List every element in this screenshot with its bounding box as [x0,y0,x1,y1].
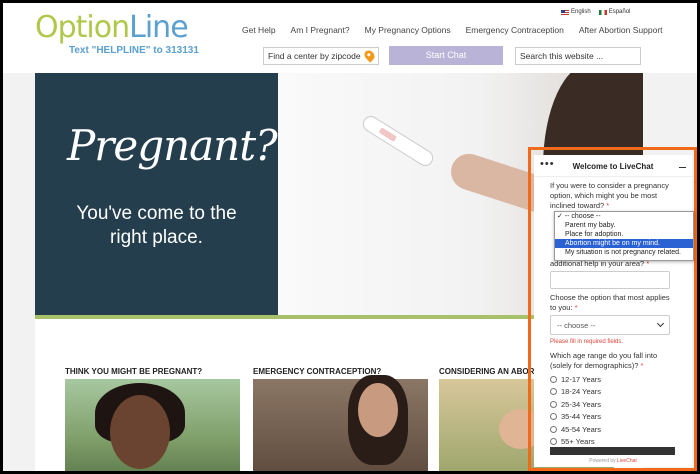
pregnancy-test-image [359,113,437,169]
option-not-pregnancy-related[interactable]: My situation is not pregnancy related. [555,248,693,257]
lang-english[interactable]: English [561,9,591,15]
zipcode-input[interactable]: Find a center by zipcode [263,47,379,65]
chevron-down-icon [656,319,665,328]
age-option-12-17[interactable]: 12-17 Years [550,373,675,386]
radio-button[interactable] [550,375,557,383]
livechat-widget: ••• Welcome to LiveChat If you were to c… [534,155,692,467]
card-title-emergency[interactable]: EMERGENCY CONTRACEPTION? [253,367,381,376]
age-option-35-44[interactable]: 35-44 Years [550,411,675,424]
hero-text-panel: Pregnant? You've come to the right place… [35,73,278,315]
question-pregnancy-option-text: If you were to consider a pregnancy opti… [550,181,669,210]
nav-after-abortion-support[interactable]: After Abortion Support [579,25,663,35]
required-fields-error: Please fill in required fields. [550,339,624,345]
minimize-icon[interactable] [679,167,686,168]
hero-title: Pregnant? [67,121,278,170]
browser-viewport: OptionLine Text "HELPLINE" to 313131 Eng… [3,3,697,471]
radio-button[interactable] [550,425,557,433]
site-header: OptionLine Text "HELPLINE" to 313131 Eng… [3,3,697,73]
required-mark: * [574,303,578,312]
card2-face [358,383,398,437]
search-placeholder: Search this website ... [520,51,604,61]
option-parent[interactable]: Parent my baby. [555,221,693,230]
age-label: 35-44 Years [561,412,602,422]
nav-emergency-contraception[interactable]: Emergency Contraception [466,25,564,35]
applies-select-value: -- choose -- [557,321,596,330]
age-option-18-24[interactable]: 18-24 Years [550,386,675,399]
start-chat-button[interactable]: Start Chat [389,46,503,65]
age-label: 45-54 Years [561,424,602,434]
lang-spanish-label: Español [608,9,631,15]
age-label: 12-17 Years [561,374,602,384]
submit-button[interactable] [550,447,675,455]
additional-help-select[interactable] [550,271,670,289]
chat-title: Welcome to LiveChat [572,162,654,171]
radio-button[interactable] [550,413,557,421]
age-label: 18-24 Years [561,387,602,397]
question-age-range: Which age range do you fall into (solely… [550,351,675,371]
card-title-pregnant[interactable]: THINK YOU MIGHT BE PREGNANT? [65,367,202,376]
us-flag-icon [561,9,569,15]
lang-spanish[interactable]: Español [598,9,631,15]
age-label: 25-34 Years [561,399,602,409]
powered-prefix: Powered by [589,458,616,464]
nav-am-i-pregnant[interactable]: Am I Pregnant? [291,25,350,35]
lang-english-label: English [571,9,591,15]
main-nav: Get Help Am I Pregnant? My Pregnancy Opt… [242,25,663,35]
radio-button[interactable] [550,388,557,396]
nav-my-pregnancy-options[interactable]: My Pregnancy Options [365,25,451,35]
zipcode-placeholder: Find a center by zipcode [268,51,361,61]
chat-header: ••• Welcome to LiveChat [534,155,692,177]
nav-get-help[interactable]: Get Help [242,25,276,35]
option-adoption[interactable]: Place for adoption. [555,230,693,239]
powered-by-livechat[interactable]: Powered by LiveChat [534,458,692,464]
card-image-woman[interactable] [65,379,240,471]
card1-face [110,395,170,469]
question-applies-to-you: Choose the option that most applies to y… [550,293,675,313]
age-label: 55+ Years [561,437,595,447]
language-switcher: English Español [561,9,630,15]
logo-wordmark: OptionLine [35,10,189,45]
radio-button[interactable] [550,438,557,446]
pregnancy-option-dropdown-list: ✓ -- choose -- Parent my baby. Place for… [554,211,694,261]
test-window [378,127,398,142]
option-abortion[interactable]: Abortion might be on my mind. [555,239,693,248]
optionline-logo[interactable]: OptionLine Text "HELPLINE" to 313131 [35,10,199,59]
logo-option: Option [35,10,130,45]
search-input[interactable]: Search this website ... [515,47,641,65]
age-option-45-54[interactable]: 45-54 Years [550,423,675,436]
question-pregnancy-option: If you were to consider a pregnancy opti… [550,181,675,211]
mexico-flag-icon [598,9,607,15]
required-mark: * [606,201,610,210]
powered-brand: LiveChat [617,458,637,464]
logo-line: Line [129,10,189,45]
age-range-radio-group: 12-17 Years 18-24 Years 25-34 Years 35-4… [550,373,675,448]
map-pin-icon [362,48,377,63]
option-choose[interactable]: ✓ -- choose -- [555,212,693,221]
radio-button[interactable] [550,400,557,408]
age-option-25-34[interactable]: 25-34 Years [550,398,675,411]
applies-to-you-select[interactable]: -- choose -- [550,315,670,335]
card-image-woman-thinking[interactable] [253,375,428,471]
required-mark: * [640,361,644,370]
hero-subtitle-line1: You've come to the [76,203,237,224]
hero-subtitle-line2: right place. [110,227,203,248]
logo-tagline: Text "HELPLINE" to 313131 [69,45,199,56]
question-applies-to-you-text: Choose the option that most applies to y… [550,293,670,312]
